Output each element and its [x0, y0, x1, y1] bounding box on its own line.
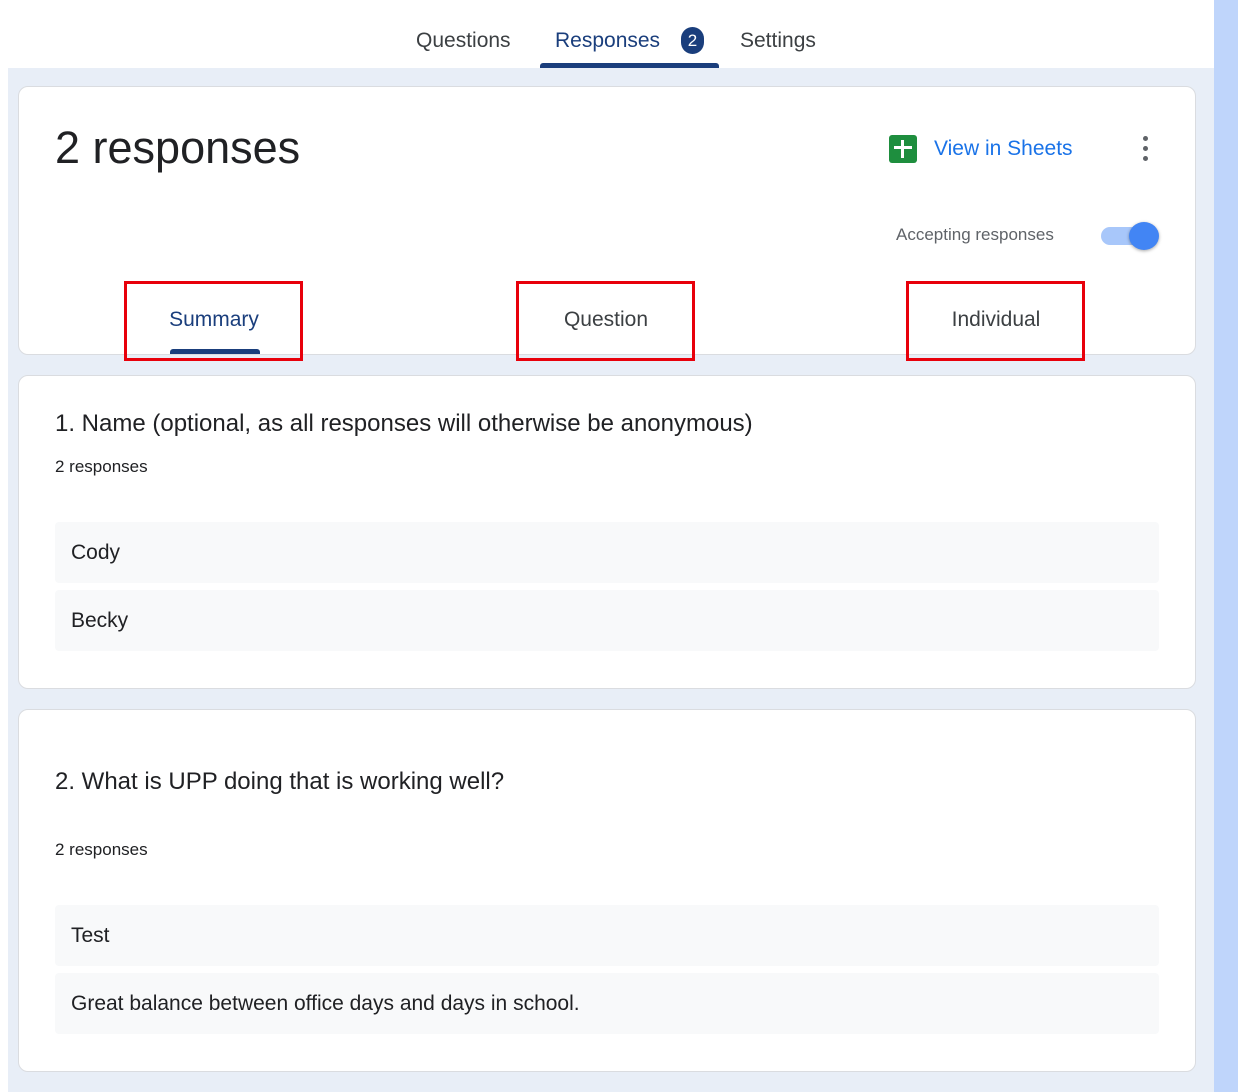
response-count-title: 2 responses [55, 122, 301, 173]
response-item: Great balance between office days and da… [55, 973, 1159, 1034]
tab-settings[interactable]: Settings [740, 26, 816, 56]
response-item: Test [55, 905, 1159, 966]
tab-responses[interactable]: Responses [555, 26, 660, 56]
top-navigation: Questions Responses 2 Settings [0, 0, 1214, 68]
sheets-icon[interactable] [889, 135, 917, 163]
question-title: 2. What is UPP doing that is working wel… [55, 768, 505, 795]
view-in-sheets-link[interactable]: View in Sheets [934, 134, 1073, 164]
responses-count-badge: 2 [681, 27, 704, 54]
response-item: Becky [55, 590, 1159, 651]
question-title: 1. Name (optional, as all responses will… [55, 410, 753, 437]
highlight-box-summary [124, 281, 303, 361]
toggle-knob [1129, 222, 1159, 250]
tab-questions[interactable]: Questions [416, 26, 511, 56]
question-response-count: 2 responses [55, 840, 148, 859]
more-options-icon[interactable] [1136, 134, 1156, 164]
highlight-box-individual [906, 281, 1085, 361]
question-response-count: 2 responses [55, 457, 148, 476]
response-item: Cody [55, 522, 1159, 583]
highlight-box-question [516, 281, 695, 361]
scrollbar[interactable] [1214, 0, 1238, 1092]
accepting-responses-label: Accepting responses [896, 225, 1054, 244]
accepting-responses-toggle[interactable] [1101, 222, 1159, 250]
